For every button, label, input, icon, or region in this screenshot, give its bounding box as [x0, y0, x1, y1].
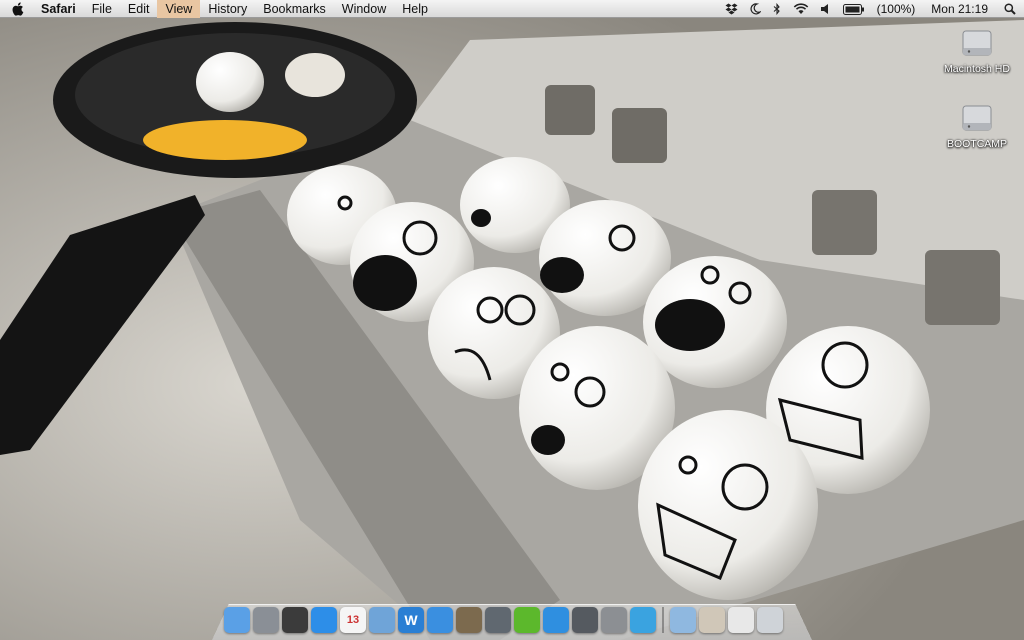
app-store-icon[interactable]	[311, 607, 337, 633]
dock-icon-label: 13	[346, 614, 360, 626]
spotify-icon[interactable]	[514, 607, 540, 633]
calendar-icon[interactable]: 13	[340, 607, 366, 633]
downloads-folder-icon[interactable]	[670, 607, 696, 633]
hard-drive-icon	[960, 26, 994, 60]
desktop-wallpaper	[0, 0, 1024, 640]
menu-view[interactable]: View	[157, 0, 201, 18]
dock-separator	[662, 607, 664, 633]
steam-icon[interactable]	[572, 607, 598, 633]
menu-bar: Safari File Edit View History Bookmarks …	[0, 0, 1024, 18]
iphoto-icon[interactable]	[456, 607, 482, 633]
twitter-icon[interactable]	[630, 607, 656, 633]
dropbox-icon[interactable]	[719, 3, 744, 15]
hard-drive-icon	[960, 101, 994, 135]
safari-icon[interactable]	[427, 607, 453, 633]
menu-window[interactable]: Window	[334, 0, 394, 18]
bluetooth-icon[interactable]	[767, 3, 787, 15]
launchpad-icon[interactable]	[253, 607, 279, 633]
volume-icon[interactable]	[815, 3, 837, 15]
documents-stack-icon[interactable]	[699, 607, 725, 633]
desktop-drive-macintosh-hd[interactable]: Macintosh HD	[932, 26, 1022, 75]
trash-icon[interactable]	[757, 607, 783, 633]
menu-extras: (100%) Mon 21:19	[719, 0, 1024, 18]
wifi-icon[interactable]	[787, 3, 815, 15]
dock-icon-label: W	[404, 612, 418, 628]
facetime-icon[interactable]	[485, 607, 511, 633]
mission-control-icon[interactable]	[282, 607, 308, 633]
system-preferences-icon[interactable]	[601, 607, 627, 633]
menu-help[interactable]: Help	[394, 0, 436, 18]
moon-icon[interactable]	[744, 3, 767, 15]
preview-icon[interactable]	[369, 607, 395, 633]
menu-edit[interactable]: Edit	[120, 0, 158, 18]
apple-menu-icon[interactable]	[0, 1, 33, 16]
menu-file[interactable]: File	[84, 0, 120, 18]
clock[interactable]: Mon 21:19	[921, 0, 994, 18]
finder-icon[interactable]	[224, 607, 250, 633]
battery-icon[interactable]	[837, 3, 871, 15]
screenshots-stack-icon[interactable]	[728, 607, 754, 633]
battery-percentage[interactable]: (100%)	[871, 0, 922, 18]
menu-history[interactable]: History	[200, 0, 255, 18]
itunes-icon[interactable]	[543, 607, 569, 633]
desktop-drive-bootcamp[interactable]: BOOTCAMP	[932, 101, 1022, 150]
menu-app-name[interactable]: Safari	[33, 0, 84, 18]
spotlight-icon[interactable]	[994, 3, 1024, 15]
dock: 13 W	[224, 601, 783, 633]
drive-label: Macintosh HD	[944, 63, 1010, 75]
drive-label: BOOTCAMP	[946, 138, 1008, 150]
menu-bookmarks[interactable]: Bookmarks	[255, 0, 334, 18]
word-icon[interactable]: W	[398, 607, 424, 633]
